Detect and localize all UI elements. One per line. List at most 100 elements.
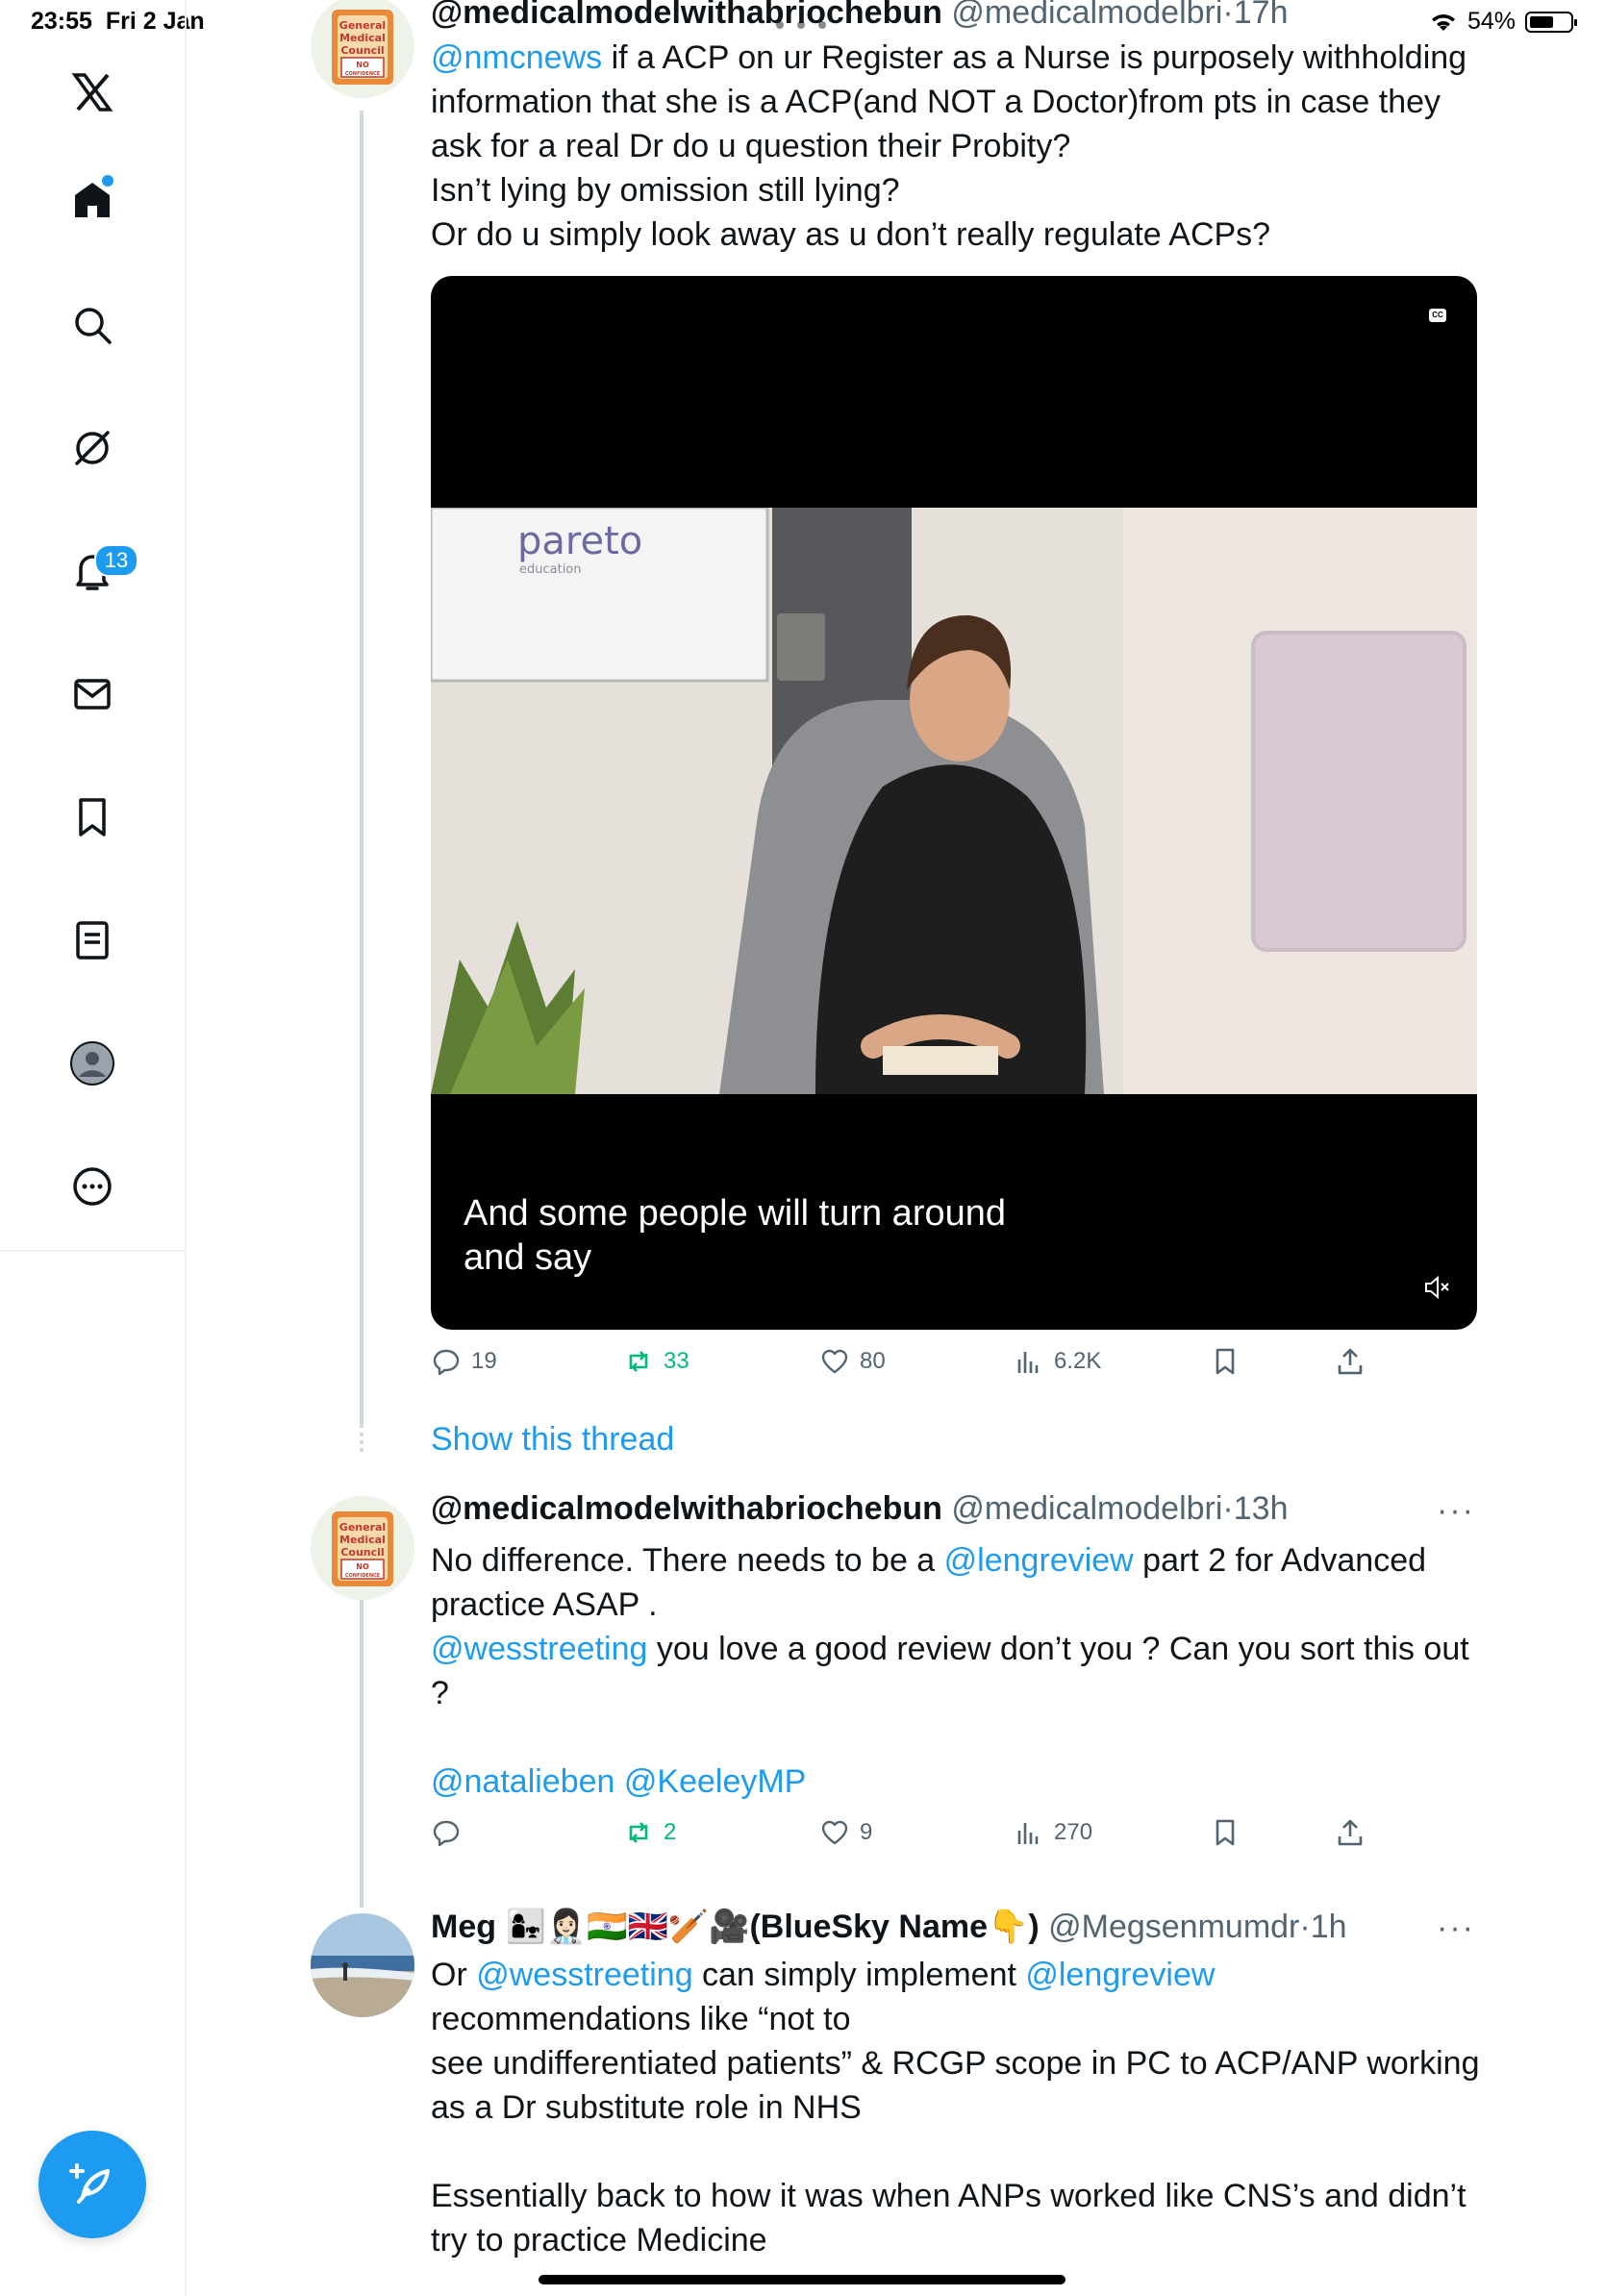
views-icon <box>1017 1352 1039 1373</box>
views-button[interactable]: 270 <box>1014 1817 1092 1848</box>
tweet-3-display-name[interactable]: Meg 👩‍👧👩🏻‍⚕️🇮🇳🇬🇧🏏🎥(BlueSky Name👇) <box>431 1909 1040 1945</box>
share-icon <box>1338 1348 1363 1375</box>
reply-button[interactable] <box>431 1817 471 1848</box>
gmc-text-2: Medical <box>339 32 386 44</box>
sidebar: 13 <box>0 0 187 1250</box>
tweet-3-time[interactable]: 1h <box>1311 1909 1347 1945</box>
profile-avatar-icon[interactable] <box>54 1025 131 1102</box>
share-button[interactable] <box>1335 1817 1366 1848</box>
share-icon <box>1338 1819 1363 1846</box>
tweet-3-text-4: see undifferentiated patients” & RCGP sc… <box>431 2045 1480 2126</box>
tweet-3-text-3: recommendations like “not to <box>431 2001 851 2037</box>
tweet-3-mention-wesstreeting[interactable]: @wesstreeting <box>476 1957 692 1993</box>
status-indicators: 54% <box>1429 8 1577 36</box>
sidebar-divider <box>0 1250 185 1252</box>
share-button[interactable] <box>1335 1346 1366 1377</box>
tweet-1-avatar[interactable]: General Medical Council NO CONFIDENCE <box>311 0 414 98</box>
tweet-2-header: @medicalmodelwithabriochebun @medicalmod… <box>431 1490 1288 1528</box>
video-logo-sub: education <box>519 562 582 577</box>
reply-button[interactable]: 19 <box>431 1346 497 1377</box>
like-count: 80 <box>860 1348 886 1374</box>
reply-icon <box>433 1349 460 1376</box>
heart-icon <box>821 1820 848 1845</box>
tweet-2-text: No difference. There needs to be a @leng… <box>431 1538 1489 1804</box>
tweet-3-text-5: Essentially back to how it was when ANPs… <box>431 2178 1466 2259</box>
tweet-2-mention-keeleymp[interactable]: @KeeleyMP <box>624 1763 806 1800</box>
home-unread-dot <box>102 175 113 187</box>
tweet-2-more-button[interactable]: ··· <box>1437 1492 1475 1530</box>
repost-count: 33 <box>664 1348 689 1374</box>
mute-icon[interactable] <box>1423 1274 1450 1301</box>
tweet-2-text-1: No difference. There needs to be a <box>431 1542 944 1579</box>
gmc-text-1: General <box>339 1521 386 1534</box>
tweet-1-text-3: Or do u simply look away as u don’t real… <box>431 216 1271 253</box>
lists-icon[interactable] <box>54 902 131 979</box>
heart-icon <box>821 1349 848 1374</box>
tweet-1-mention-nmcnews[interactable]: @nmcnews <box>431 39 602 76</box>
x-logo-icon[interactable] <box>54 54 131 131</box>
tweet-1-video[interactable]: CC pareto education And some people will… <box>431 276 1477 1330</box>
views-icon <box>1017 1823 1039 1844</box>
more-menu-icon[interactable] <box>54 1148 131 1225</box>
tweet-1-handle[interactable]: @medicalmodelbri <box>951 0 1222 31</box>
tweet-2-display-name[interactable]: @medicalmodelwithabriochebun <box>431 1490 942 1527</box>
like-button[interactable]: 80 <box>819 1346 886 1377</box>
tweet-1-display-name[interactable]: @medicalmodelwithabriochebun <box>431 0 942 31</box>
thread-connector-line <box>360 111 363 1428</box>
tweet-3-header: Meg 👩‍👧👩🏻‍⚕️🇮🇳🇬🇧🏏🎥(BlueSky Name👇) @Megse… <box>431 1908 1347 1946</box>
like-button[interactable]: 9 <box>819 1817 872 1848</box>
repost-icon <box>629 1822 648 1843</box>
captions-toggle-button[interactable]: CC <box>1429 309 1446 322</box>
bookmarks-icon[interactable] <box>54 779 131 856</box>
gmc-text-2: Medical <box>339 1534 386 1546</box>
tweet-1-text-2: Isn’t lying by omission still lying? <box>431 172 900 209</box>
search-icon[interactable] <box>54 287 131 363</box>
gmc-text-5: CONFIDENCE <box>345 1573 381 1579</box>
tweet-2-handle[interactable]: @medicalmodelbri <box>951 1490 1222 1527</box>
bookmark-icon <box>1216 1348 1235 1375</box>
gmc-text-4: NO <box>356 61 369 69</box>
messages-icon[interactable] <box>54 656 131 733</box>
tweet-2-mention-wesstreeting[interactable]: @wesstreeting <box>431 1631 647 1667</box>
tweet-3-more-button[interactable]: ··· <box>1437 1909 1475 1947</box>
show-thread-link[interactable]: Show this thread <box>431 1421 674 1459</box>
home-icon[interactable] <box>54 162 131 238</box>
reply-icon <box>433 1820 460 1847</box>
gmc-text-1: General <box>339 19 386 32</box>
video-frame: pareto education <box>431 508 1477 1094</box>
wifi-icon <box>1431 13 1455 31</box>
sidebar-border <box>185 1250 187 2296</box>
tweet-3-mention-lengreview[interactable]: @lengreview <box>1025 1957 1215 1993</box>
compose-button[interactable] <box>38 2131 146 2238</box>
tweet-1-time[interactable]: 17h <box>1234 0 1289 31</box>
tweet-3-avatar[interactable] <box>311 1913 414 2017</box>
tweet-2-mention-lengreview[interactable]: @lengreview <box>944 1542 1134 1579</box>
tweet-1-actions: 19 33 80 6.2K <box>431 1346 1479 1388</box>
battery-icon <box>1525 11 1577 33</box>
grok-icon[interactable] <box>54 410 131 487</box>
views-count: 270 <box>1054 1819 1093 1845</box>
tweet-2-time[interactable]: 13h <box>1234 1490 1289 1527</box>
tweet-2-mention-natalieben[interactable]: @natalieben <box>431 1763 614 1800</box>
gmc-text-3: Council <box>340 44 384 57</box>
bookmark-button[interactable] <box>1210 1817 1241 1848</box>
thread-connector-line-2 <box>360 1600 363 1908</box>
gmc-text-3: Council <box>340 1546 384 1559</box>
repost-count: 2 <box>664 1819 677 1845</box>
video-caption-line-1: And some people will turn around <box>464 1193 1007 1234</box>
tweet-2-avatar[interactable]: General Medical Council NO CONFIDENCE <box>311 1496 414 1600</box>
notifications-badge: 13 <box>94 544 138 577</box>
thread-gap-dots <box>360 1433 363 1456</box>
repost-button[interactable]: 33 <box>623 1346 689 1377</box>
tweet-3-handle[interactable]: @Megsenmumdr <box>1048 1909 1299 1945</box>
repost-button[interactable]: 2 <box>623 1817 676 1848</box>
tweet-3-text-2: can simply implement <box>692 1957 1026 1993</box>
bookmark-button[interactable] <box>1210 1346 1241 1377</box>
home-indicator[interactable] <box>539 2275 1065 2284</box>
battery-percent: 54% <box>1466 8 1516 35</box>
tweet-1-text: @nmcnews if a ACP on ur Register as a Nu… <box>431 36 1489 257</box>
views-button[interactable]: 6.2K <box>1014 1346 1101 1377</box>
video-caption: And some people will turn around and say <box>464 1191 1006 1280</box>
tweet-2-actions: 2 9 270 <box>431 1817 1479 1859</box>
reply-count: 19 <box>471 1348 497 1374</box>
